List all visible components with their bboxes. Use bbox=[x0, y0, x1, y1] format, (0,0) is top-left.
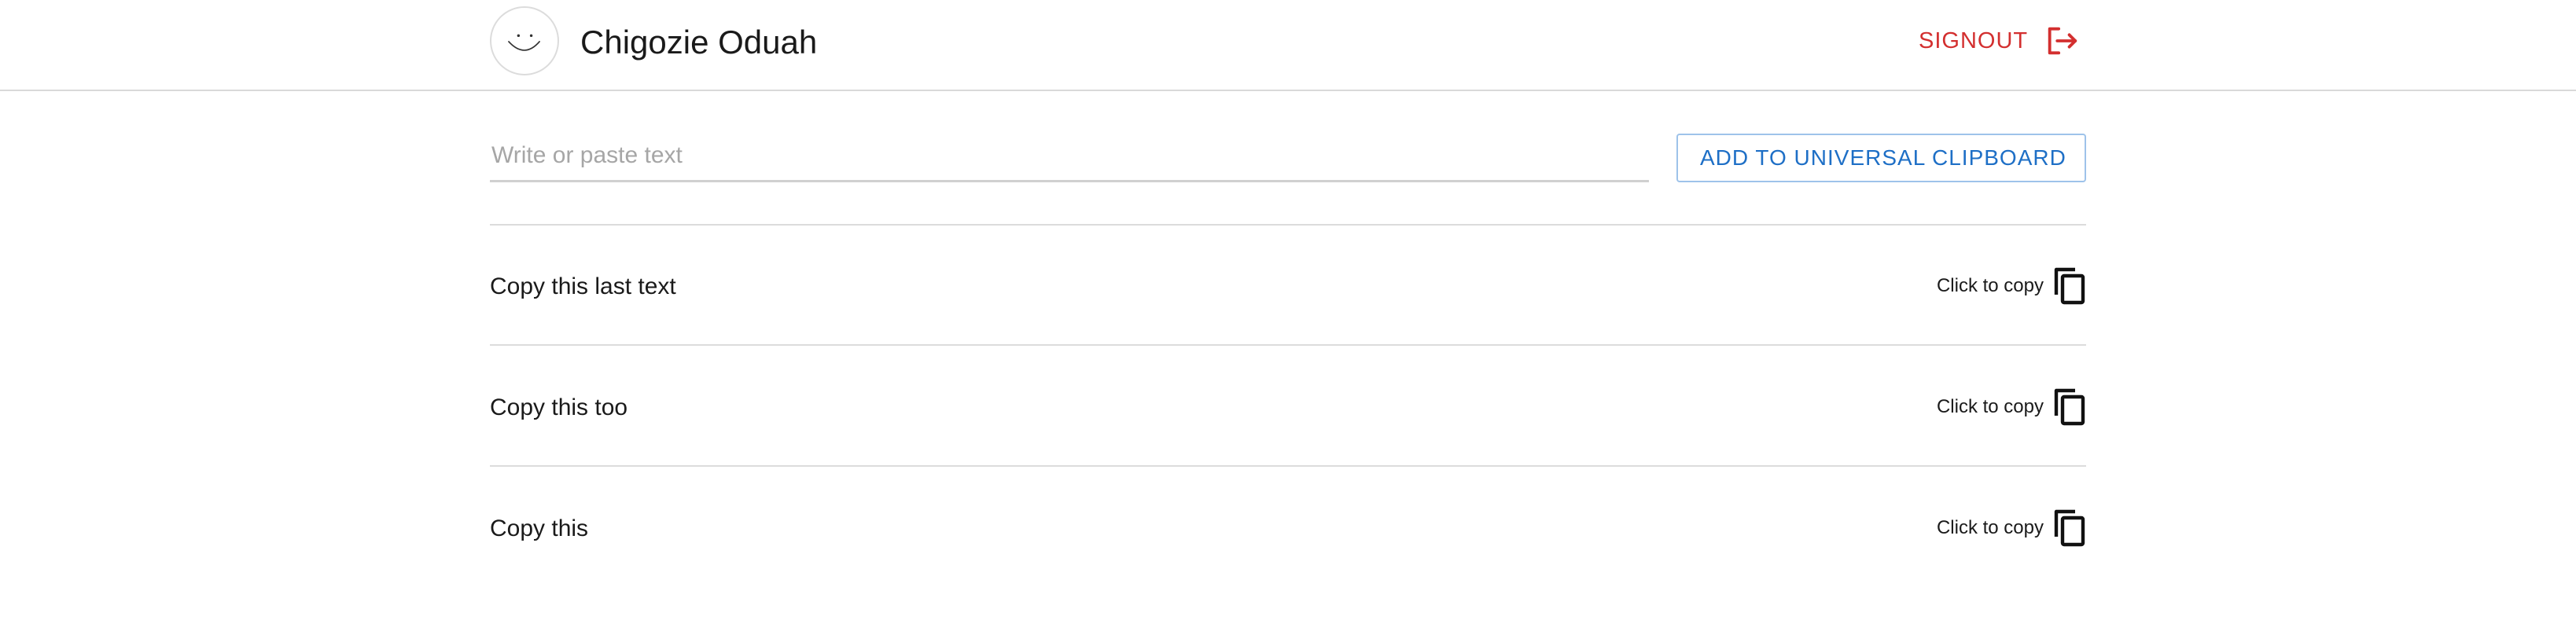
divider bbox=[490, 224, 2086, 226]
copy-label: Click to copy bbox=[1936, 517, 2044, 538]
clipboard-item-text: Copy this last text bbox=[490, 273, 676, 299]
avatar[interactable] bbox=[490, 6, 559, 75]
signout-label: SIGNOUT bbox=[1919, 28, 2029, 53]
copy-button[interactable]: Click to copy bbox=[1937, 387, 2086, 427]
copy-icon bbox=[2054, 388, 2085, 426]
copy-icon bbox=[2054, 509, 2085, 547]
list-item: Copy this last text Click to copy bbox=[490, 267, 2086, 389]
copy-button[interactable]: Click to copy bbox=[1937, 508, 2086, 548]
logout-icon bbox=[2048, 27, 2077, 55]
user-name: Chigozie Oduah bbox=[580, 24, 818, 61]
copy-label: Click to copy bbox=[1936, 396, 2044, 417]
list-item: Copy this too Click to copy bbox=[490, 388, 2086, 510]
divider bbox=[490, 465, 2086, 467]
copy-icon bbox=[2054, 267, 2085, 305]
list-item: Copy this Click to copy bbox=[490, 509, 2086, 631]
divider bbox=[490, 344, 2086, 346]
smiley-face-icon bbox=[508, 34, 540, 51]
copy-button[interactable]: Click to copy bbox=[1937, 266, 2086, 306]
clipboard-item-text: Copy this bbox=[490, 515, 589, 541]
signout-button[interactable]: SIGNOUT bbox=[1919, 17, 2080, 64]
add-button-label: ADD TO UNIVERSAL CLIPBOARD bbox=[1700, 145, 2066, 170]
app-header: Chigozie Oduah SIGNOUT bbox=[0, 0, 2576, 91]
clipboard-text-input[interactable] bbox=[490, 135, 1649, 182]
copy-label: Click to copy bbox=[1936, 275, 2044, 296]
clipboard-item-text: Copy this too bbox=[490, 394, 628, 420]
add-to-clipboard-button[interactable]: ADD TO UNIVERSAL CLIPBOARD bbox=[1676, 134, 2086, 182]
